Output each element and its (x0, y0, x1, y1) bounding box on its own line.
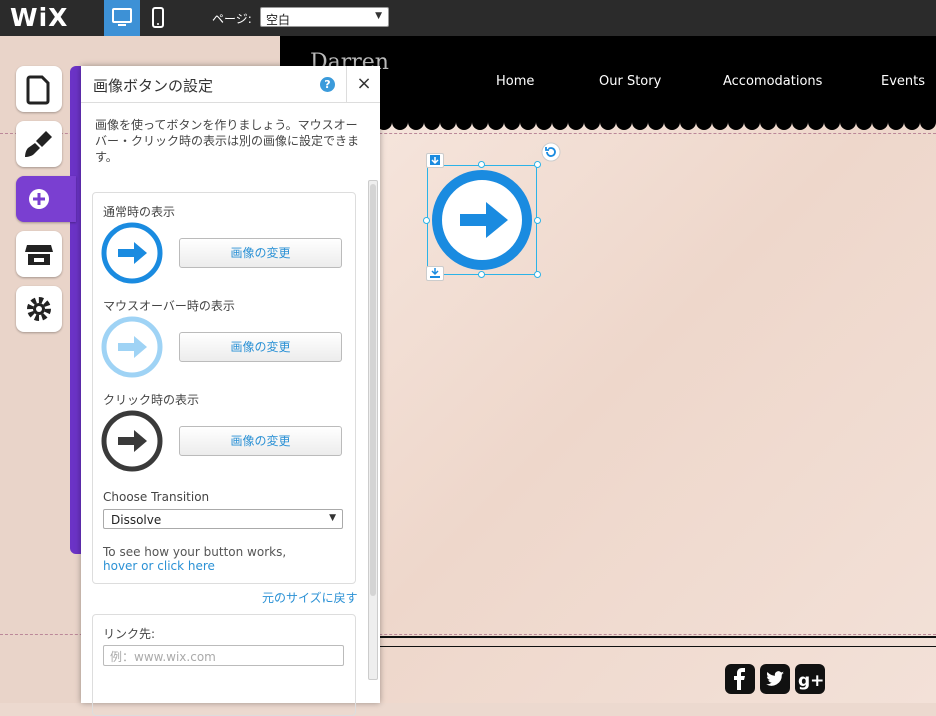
pages-icon (26, 75, 50, 105)
resize-handle-bottom-right[interactable] (534, 271, 541, 278)
transition-select[interactable]: Dissolve ▼ (103, 509, 343, 529)
design-icon (25, 131, 52, 157)
pages-button[interactable] (16, 66, 62, 112)
desktop-icon (112, 8, 132, 26)
arrow-right-circle-icon (101, 222, 163, 284)
store-icon (25, 245, 53, 265)
add-icon (29, 189, 49, 209)
nav-events[interactable]: Events (881, 74, 925, 89)
link-section: リンク先: 例：www.wix.com (92, 614, 356, 716)
resize-handle-top-right[interactable] (534, 161, 541, 168)
link-input[interactable]: 例：www.wix.com (103, 645, 344, 666)
image-states-section: 通常時の表示 画像の変更 マウスオーバー時の表示 画像の変更 クリック時の表示 … (92, 192, 356, 584)
arrow-right-circle-icon (101, 410, 163, 472)
settings-icon (27, 297, 51, 321)
normal-state-preview (101, 222, 163, 284)
facebook-icon[interactable] (725, 664, 755, 694)
anchor-bottom-icon[interactable] (426, 266, 444, 281)
page-select-value: 空白 (266, 13, 291, 27)
restore-size-link[interactable]: 元のサイズに戻す (262, 589, 358, 606)
resize-handle-bottom[interactable] (478, 271, 485, 278)
nav-accomodations[interactable]: Accomodations (723, 74, 822, 89)
click-state-preview (101, 410, 163, 472)
normal-state-label: 通常時の表示 (103, 205, 176, 219)
resize-handle-left[interactable] (423, 217, 430, 224)
mobile-icon (152, 7, 164, 28)
image-button-settings-panel: 画像ボタンの設定 ? × 画像を使ってボタンを作りましょう。マウスオーバー・クリ… (81, 66, 380, 716)
twitter-icon[interactable] (760, 664, 790, 694)
add-button[interactable] (16, 176, 76, 222)
page-label: ページ: (212, 12, 252, 26)
close-button[interactable]: × (346, 66, 381, 102)
chevron-down-icon: ▼ (329, 513, 336, 523)
hover-preview-link[interactable]: hover or click here (103, 559, 215, 573)
transition-label: Choose Transition (103, 490, 210, 504)
hover-state-label: マウスオーバー時の表示 (103, 299, 235, 313)
google-plus-icon[interactable]: g+ (795, 664, 825, 694)
anchor-top-icon[interactable] (426, 153, 444, 168)
desktop-view-button[interactable] (104, 0, 140, 36)
resize-handle-top[interactable] (478, 161, 485, 168)
change-click-image-button[interactable]: 画像の変更 (179, 426, 342, 456)
top-toolbar: WiX ページ: 空白 ▼ (0, 0, 936, 36)
arrow-right-circle-icon (101, 316, 163, 378)
change-hover-image-button[interactable]: 画像の変更 (179, 332, 342, 362)
panel-description: 画像を使ってボタンを作りましょう。マウスオーバー・クリック時の表示は別の画像に設… (95, 118, 360, 164)
svg-text:g+: g+ (798, 671, 824, 691)
panel-header: 画像ボタンの設定 ? × (81, 66, 380, 103)
selected-image-button[interactable] (427, 165, 537, 275)
click-state-label: クリック時の表示 (103, 393, 200, 407)
change-normal-image-button[interactable]: 画像の変更 (179, 238, 342, 268)
link-label: リンク先: (103, 627, 156, 641)
help-icon[interactable]: ? (320, 77, 335, 92)
panel-title: 画像ボタンの設定 (93, 77, 214, 95)
wix-logo: WiX (10, 3, 69, 32)
store-button[interactable] (16, 231, 62, 277)
nav-our-story[interactable]: Our Story (599, 74, 661, 89)
hover-state-preview (101, 316, 163, 378)
page-select[interactable]: 空白 ▼ (260, 7, 389, 27)
chevron-down-icon: ▼ (375, 11, 382, 21)
resize-handle-right[interactable] (534, 217, 541, 224)
panel-scrollbar-thumb[interactable] (370, 184, 376, 596)
nav-home[interactable]: Home (496, 74, 534, 89)
design-button[interactable] (16, 121, 62, 167)
rotate-icon[interactable] (541, 142, 561, 162)
settings-button[interactable] (16, 286, 62, 332)
mobile-view-button[interactable] (142, 0, 174, 36)
arrow-right-circle-icon (432, 170, 532, 270)
transition-select-value: Dissolve (111, 513, 162, 527)
hint-text: To see how your button works, (103, 545, 287, 559)
